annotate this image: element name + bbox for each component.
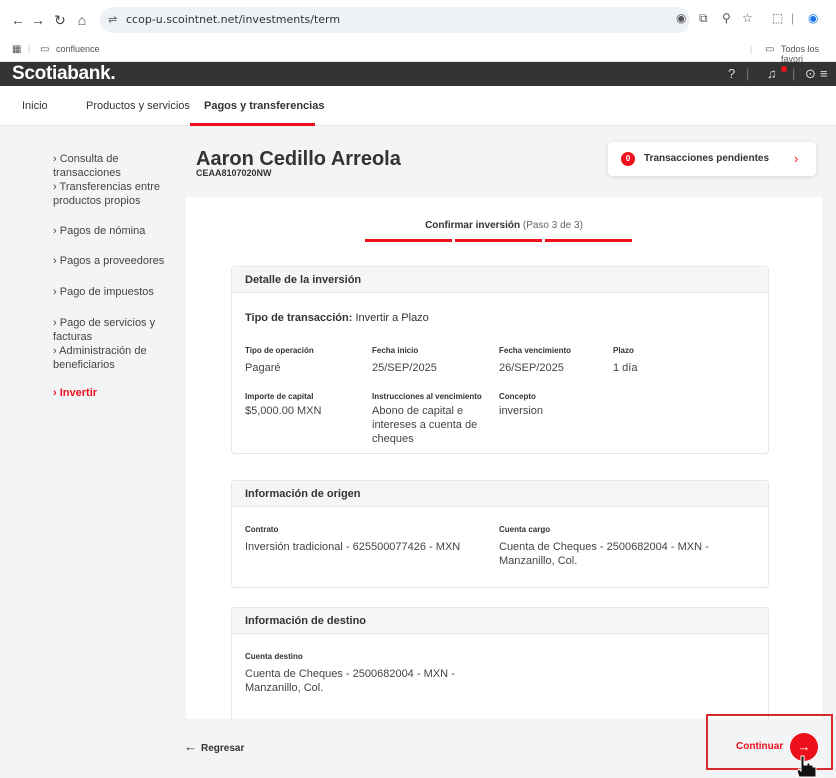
field-concept: Concepto inversion	[499, 392, 544, 417]
zoom-icon[interactable]: ⚲	[722, 11, 731, 25]
step-indicator-1	[365, 239, 452, 242]
pending-count-badge: 0	[621, 152, 635, 166]
site-settings-icon[interactable]: ⇌	[108, 13, 117, 26]
divider: |	[792, 66, 796, 81]
sidebar-item-transferencias[interactable]: › Transferencias entre productos propios	[53, 180, 183, 208]
user-account-icon[interactable]: ⊙	[805, 66, 816, 82]
sidebar-item-consulta-de-transacciones[interactable]: › Consulta de transacciones	[53, 152, 183, 180]
pending-transactions-card[interactable]: 0 Transacciones pendientes ›	[608, 142, 816, 176]
divider: |	[28, 44, 31, 54]
folder-icon: ▭	[40, 44, 50, 55]
active-tab-indicator	[190, 123, 315, 126]
back-arrow-icon[interactable]: ←	[8, 10, 28, 30]
home-icon[interactable]: ⌂	[72, 10, 92, 30]
tab-inicio[interactable]: Inicio	[22, 100, 48, 112]
bank-header: Scotiabank. ? | ♫ | ⊙ ≡	[0, 62, 836, 86]
all-bookmarks-link[interactable]: Todos los favori	[781, 44, 836, 64]
tab-pagos-y-transferencias[interactable]: Pagos y transferencias	[204, 100, 324, 112]
sidebar-item-invertir[interactable]: › Invertir	[53, 386, 183, 400]
field-end-date: Fecha vencimiento 26/SEP/2025	[499, 346, 572, 374]
arrow-left-icon: ←	[184, 739, 197, 754]
translate-icon[interactable]: ⧉	[699, 11, 708, 26]
field-contract: Contrato Inversión tradicional - 6255000…	[245, 525, 461, 553]
sidebar: › Consulta de transacciones › Transferen…	[0, 126, 186, 726]
address-row: ← → ↻ ⌂ ⇌ ccop-u.scointnet.net/investmen…	[0, 2, 836, 38]
sidebar-item-pago-de-impuestos[interactable]: › Pago de impuestos	[53, 285, 183, 299]
investment-detail-card: Detalle de la inversión Tipo de transacc…	[231, 266, 769, 454]
field-op-type: Tipo de operación Pagaré	[245, 346, 314, 374]
divider: |	[750, 44, 753, 54]
field-charge-account: Cuenta cargo Cuenta de Cheques - 2500682…	[499, 525, 709, 567]
continue-label[interactable]: Continuar	[736, 741, 783, 752]
notification-dot	[781, 66, 787, 72]
field-capital: Importe de capital $5,000.00 MXN	[245, 392, 322, 417]
url-text: ccop-u.scointnet.net/investments/term	[126, 13, 341, 26]
top-navigation: Inicio Productos y servicios Pagos y tra…	[0, 86, 836, 126]
sidebar-item-pagos-de-nomina[interactable]: › Pagos de nómina	[53, 224, 183, 238]
help-icon[interactable]: ?	[728, 66, 735, 81]
back-button[interactable]: ← Regresar	[184, 739, 244, 754]
notifications-bell-icon[interactable]: ♫	[767, 66, 777, 81]
step-title: Confirmar inversión (Paso 3 de 3)	[425, 220, 583, 231]
location-icon[interactable]: ◉	[676, 11, 686, 25]
bookmarks-bar: ▦ | ▭ confluence | ▭ Todos los favori	[0, 40, 836, 64]
transaction-type: Tipo de transacción: Invertir a Plazo	[245, 312, 429, 324]
field-destination-account: Cuenta destino Cuenta de Cheques - 25006…	[245, 652, 455, 694]
browser-chrome: ← → ↻ ⌂ ⇌ ccop-u.scointnet.net/investmen…	[0, 0, 836, 64]
step-indicator-3	[545, 239, 632, 242]
profile-icon[interactable]: ◉	[808, 11, 818, 25]
divider: |	[746, 66, 750, 81]
card-title: Detalle de la inversión	[232, 267, 768, 293]
divider: |	[791, 11, 795, 25]
bookmark-folder-confluence[interactable]: confluence	[56, 44, 100, 54]
reload-icon[interactable]: ↻	[50, 10, 70, 30]
main-panel: Confirmar inversión (Paso 3 de 3) Detall…	[186, 197, 822, 719]
field-instructions: Instrucciones al vencimiento Abono de ca…	[372, 392, 482, 445]
field-start-date: Fecha inicio 25/SEP/2025	[372, 346, 437, 374]
card-title: Información de origen	[232, 481, 768, 507]
client-id: CEAA8107020NW	[196, 168, 272, 178]
hand-cursor-icon	[796, 755, 817, 778]
chevron-right-icon: ›	[794, 151, 799, 166]
scotiabank-logo[interactable]: Scotiabank.	[12, 63, 116, 85]
menu-hamburger-icon[interactable]: ≡	[820, 66, 828, 81]
star-icon[interactable]: ☆	[742, 11, 753, 25]
forward-arrow-icon[interactable]: →	[28, 10, 48, 30]
step-indicator-2	[455, 239, 542, 242]
pending-transactions-label: Transacciones pendientes	[644, 153, 770, 164]
url-bar[interactable]: ⇌ ccop-u.scointnet.net/investments/term	[100, 7, 690, 33]
field-term: Plazo 1 día	[613, 346, 638, 374]
tab-productos-y-servicios[interactable]: Productos y servicios	[86, 100, 190, 112]
sidebar-item-administracion-beneficiarios[interactable]: › Administración de beneficiarios	[53, 344, 183, 372]
extensions-icon[interactable]: ⬚	[772, 11, 783, 25]
folder-icon: ▭	[765, 44, 775, 55]
destination-info-card: Información de destino Cuenta destino Cu…	[231, 607, 769, 719]
card-title: Información de destino	[232, 608, 768, 634]
sidebar-item-pago-de-servicios[interactable]: › Pago de servicios y facturas	[53, 316, 183, 344]
sidebar-item-pagos-a-proveedores[interactable]: › Pagos a proveedores	[53, 254, 183, 268]
apps-grid-icon[interactable]: ▦	[12, 44, 21, 55]
origin-info-card: Información de origen Contrato Inversión…	[231, 480, 769, 588]
